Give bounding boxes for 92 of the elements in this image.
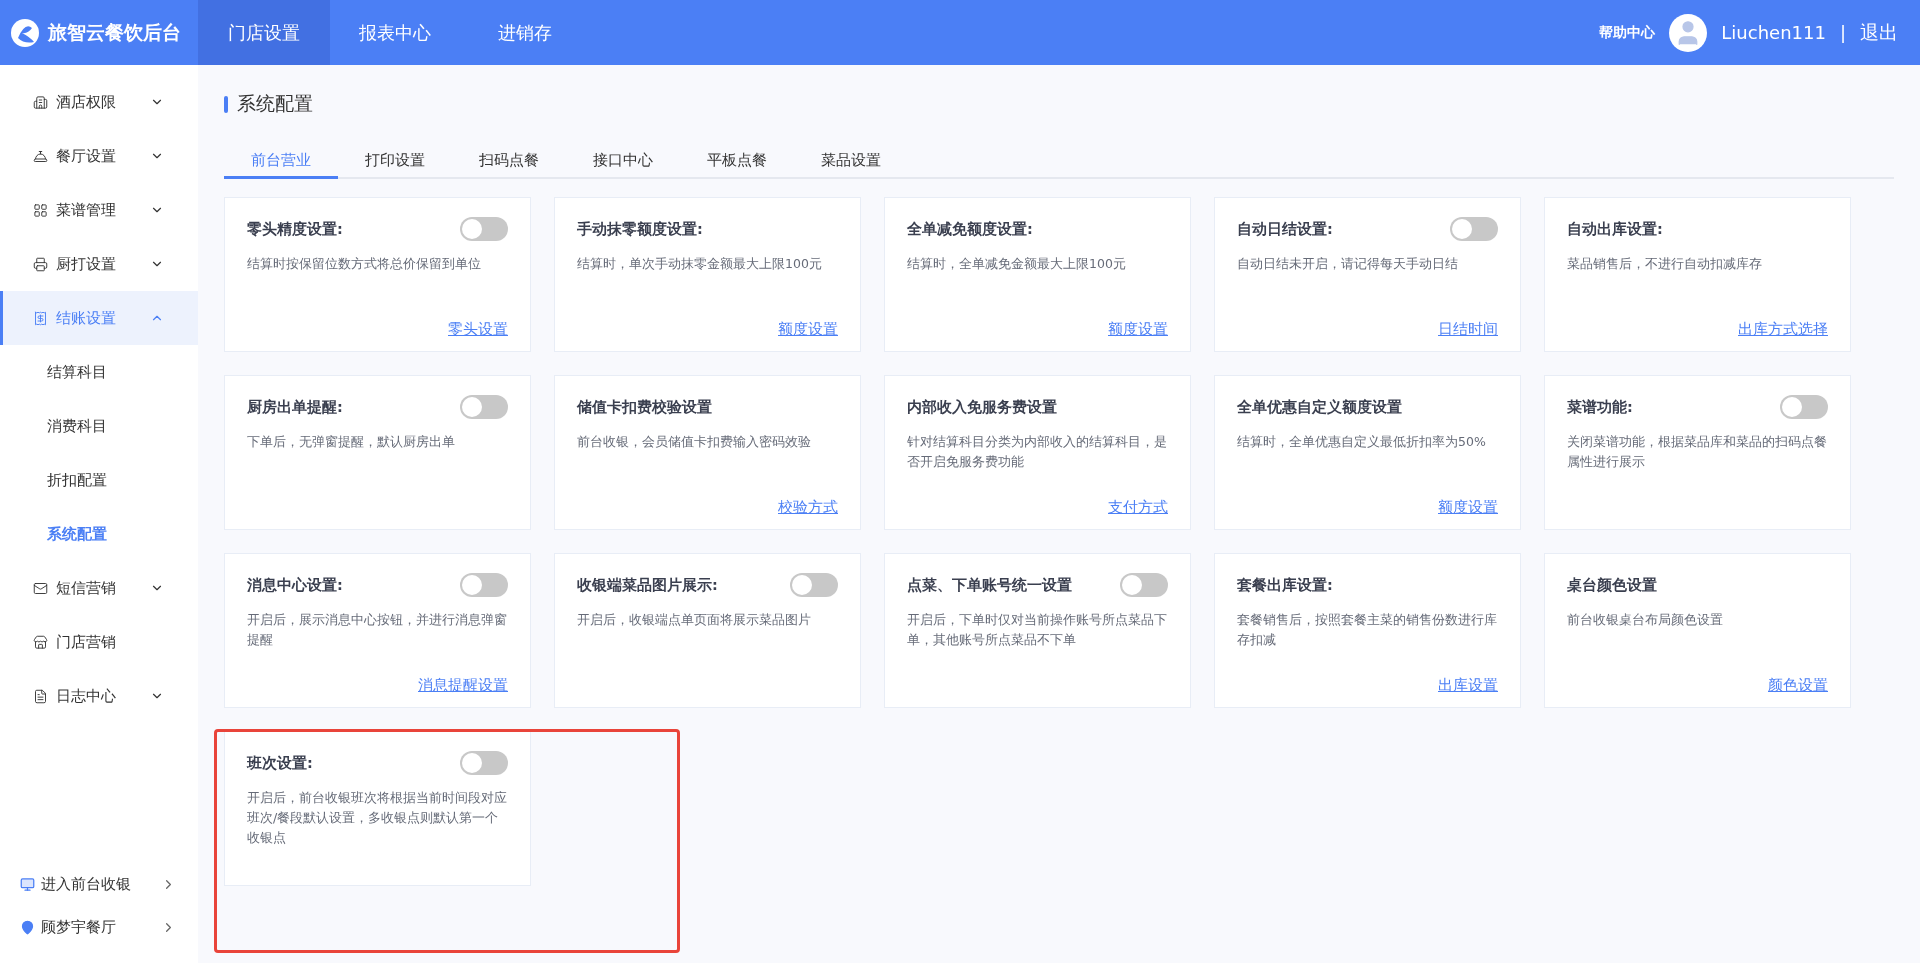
settings-link[interactable]: 颜色设置 — [1768, 676, 1828, 695]
card-title: 储值卡扣费校验设置 — [577, 397, 712, 417]
toggle-switch[interactable] — [1120, 573, 1168, 597]
separator: | — [1839, 22, 1846, 43]
menu-icon — [33, 148, 48, 164]
toggle-switch[interactable] — [460, 217, 508, 241]
tab[interactable]: 接口中心 — [566, 145, 680, 179]
logo-icon — [10, 17, 40, 48]
menu-icon — [33, 634, 48, 650]
card-title: 自动日结设置: — [1237, 219, 1333, 239]
sidebar-subitem[interactable]: 消费科目 — [0, 399, 198, 453]
sidebar-item[interactable]: 厨打设置 — [0, 237, 198, 291]
settings-link[interactable]: 消息提醒设置 — [418, 676, 508, 695]
card-description: 菜品销售后，不进行自动扣减库存 — [1567, 255, 1763, 273]
sidebar-item[interactable]: 日志中心 — [0, 669, 198, 723]
card-description: 自动日结未开启，请记得每天手动日结 — [1237, 255, 1459, 273]
nav-tab[interactable]: 进销存 — [460, 0, 590, 65]
sidebar-subitem[interactable]: 系统配置 — [0, 507, 198, 561]
settings-link[interactable]: 额度设置 — [1438, 498, 1498, 517]
card-description: 开启后，展示消息中心按钮，并进行消息弹窗提醒 — [247, 611, 508, 649]
card-description: 开启后，下单时仅对当前操作账号所点菜品下单，其他账号所点菜品不下单 — [907, 611, 1168, 649]
settings-link[interactable]: 额度设置 — [1108, 320, 1168, 339]
card-title: 班次设置: — [247, 753, 313, 773]
nav-tab[interactable]: 门店设置 — [198, 0, 330, 65]
location-pin-icon — [20, 920, 35, 935]
menu-icon — [33, 310, 48, 326]
card-description: 开启后，收银端点单页面将展示菜品图片 — [577, 611, 812, 629]
sidebar-link[interactable]: 进入前台收银 — [0, 863, 198, 906]
card-title: 全单减免额度设置: — [907, 219, 1033, 239]
menu-icon — [33, 202, 48, 218]
tab[interactable]: 扫码点餐 — [452, 145, 566, 179]
menu-icon — [33, 94, 48, 110]
card-description: 结算时按保留位数方式将总价保留到单位 — [247, 255, 482, 273]
menu-icon — [33, 688, 48, 704]
sidebar-item[interactable]: 门店营销 — [0, 615, 198, 669]
card-title: 套餐出库设置: — [1237, 575, 1333, 595]
sidebar-item[interactable]: 餐厅设置 — [0, 129, 198, 183]
nav-tab[interactable]: 报表中心 — [330, 0, 460, 65]
settings-link[interactable]: 零头设置 — [448, 320, 508, 339]
toggle-switch[interactable] — [790, 573, 838, 597]
sidebar-link[interactable]: 顾梦宇餐厅 — [0, 906, 198, 949]
logout-link[interactable]: 退出 — [1860, 19, 1898, 46]
card-description: 开启后，前台收银班次将根据当前时间段对应班次/餐段默认设置，多收银点则默认第一个收银点 — [247, 789, 508, 847]
card-description: 结算时，单次手动抹零金额最大上限100元 — [577, 255, 823, 273]
user-avatar[interactable] — [1669, 13, 1708, 52]
sidebar-item[interactable]: 短信营销 — [0, 561, 198, 615]
toggle-switch[interactable] — [1780, 395, 1828, 419]
card-title: 桌台颜色设置 — [1567, 575, 1657, 595]
brand-name: 旅智云餐饮后台 — [48, 19, 181, 45]
card-description: 下单后，无弹窗提醒，默认厨房出单 — [247, 433, 456, 451]
card-title: 消息中心设置: — [247, 575, 343, 595]
toggle-switch[interactable] — [460, 573, 508, 597]
card-description: 前台收银桌台布局颜色设置 — [1567, 611, 1724, 629]
card-description: 套餐销售后，按照套餐主菜的销售份数进行库存扣减 — [1237, 611, 1498, 649]
card-description: 前台收银，会员储值卡扣费输入密码效验 — [577, 433, 812, 451]
card-description: 结算时，全单减免金额最大上限100元 — [907, 255, 1127, 273]
card-title: 厨房出单提醒: — [247, 397, 343, 417]
card-title: 自动出库设置: — [1567, 219, 1663, 239]
user-name: Liuchen111 — [1721, 22, 1826, 43]
card-description: 关闭菜谱功能，根据菜品库和菜品的扫码点餐属性进行展示 — [1567, 433, 1828, 471]
menu-icon — [33, 580, 48, 596]
settings-link[interactable]: 日结时间 — [1438, 320, 1498, 339]
monitor-icon — [20, 877, 35, 892]
toggle-switch[interactable] — [460, 395, 508, 419]
page-title: 系统配置 — [237, 91, 313, 116]
tab[interactable]: 平板点餐 — [680, 145, 794, 179]
sidebar-subitem[interactable]: 折扣配置 — [0, 453, 198, 507]
settings-link[interactable]: 校验方式 — [778, 498, 838, 517]
settings-link[interactable]: 出库设置 — [1438, 676, 1498, 695]
settings-link[interactable]: 额度设置 — [778, 320, 838, 339]
sidebar-item[interactable]: 结账设置 — [0, 291, 198, 345]
sidebar-subitem[interactable]: 结算科目 — [0, 345, 198, 399]
card-title: 点菜、下单账号统一设置 — [907, 575, 1072, 595]
card-title: 全单优惠自定义额度设置 — [1237, 397, 1402, 417]
menu-icon — [33, 256, 48, 272]
sidebar-item[interactable]: 菜谱管理 — [0, 183, 198, 237]
settings-link[interactable]: 支付方式 — [1108, 498, 1168, 517]
card-title: 手动抹零额度设置: — [577, 219, 703, 239]
card-title: 零头精度设置: — [247, 219, 343, 239]
tab[interactable]: 菜品设置 — [794, 145, 908, 179]
card-description: 结算时，全单优惠自定义最低折扣率为50% — [1237, 433, 1487, 451]
tab[interactable]: 打印设置 — [338, 145, 452, 179]
card-title: 内部收入免服务费设置 — [907, 397, 1057, 417]
tab[interactable]: 前台营业 — [224, 145, 338, 179]
card-title: 菜谱功能: — [1567, 397, 1633, 417]
card-description: 针对结算科目分类为内部收入的结算科目，是否开启免服务费功能 — [907, 433, 1168, 471]
settings-link[interactable]: 出库方式选择 — [1738, 320, 1828, 339]
toggle-switch[interactable] — [460, 751, 508, 775]
toggle-switch[interactable] — [1450, 217, 1498, 241]
help-link[interactable]: 帮助中心 — [1599, 23, 1656, 42]
card-title: 收银端菜品图片展示: — [577, 575, 718, 595]
sidebar-item[interactable]: 酒店权限 — [0, 75, 198, 129]
